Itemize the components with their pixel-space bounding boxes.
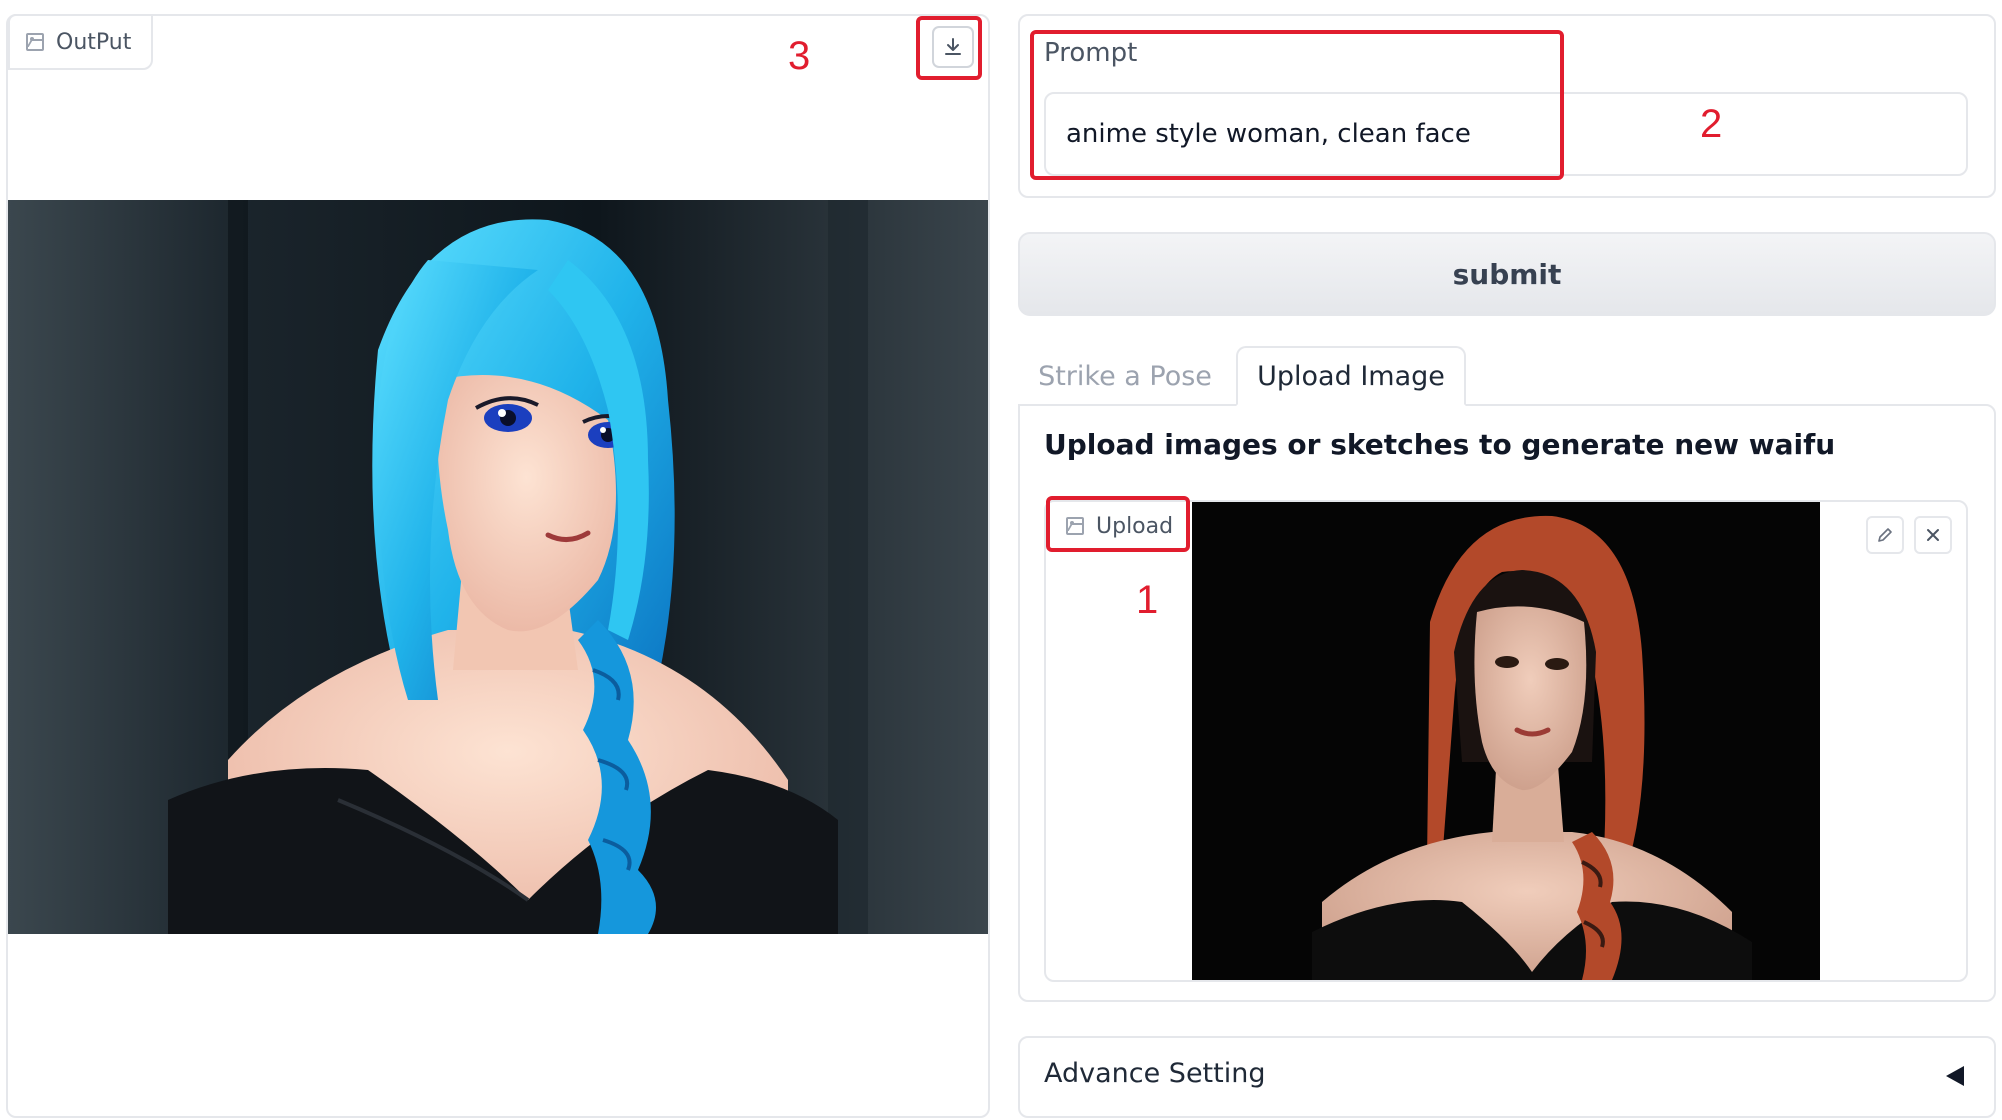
output-label-text: OutPut	[56, 29, 132, 55]
image-icon	[1066, 517, 1084, 535]
edit-button[interactable]	[1866, 516, 1904, 554]
advance-setting-label: Advance Setting	[1044, 1058, 1266, 1089]
edit-icon	[1878, 528, 1892, 542]
upload-label-text: Upload	[1096, 513, 1174, 539]
close-button[interactable]	[1914, 516, 1952, 554]
prompt-input-value: anime style woman, clean face	[1066, 119, 1471, 149]
upload-label[interactable]: Upload	[1052, 506, 1173, 546]
tab-strike-a-pose[interactable]: Strike a Pose	[1030, 346, 1220, 406]
tab-upload-image[interactable]: Upload Image	[1236, 346, 1466, 406]
download-icon	[945, 38, 961, 55]
prompt-label: Prompt	[1044, 38, 1138, 68]
close-icon	[1927, 529, 1939, 541]
prompt-input[interactable]: anime style woman, clean face	[1044, 92, 1968, 176]
image-icon	[26, 33, 44, 51]
uploaded-image[interactable]	[1192, 502, 1820, 980]
submit-button[interactable]: submit	[1018, 232, 1996, 316]
annotation-number-1: 1	[1136, 578, 1159, 622]
annotation-number-3: 3	[788, 34, 811, 78]
output-label: OutPut	[8, 14, 154, 70]
annotation-number-2: 2	[1700, 102, 1723, 146]
collapse-arrow-icon[interactable]	[1946, 1066, 1964, 1086]
download-button[interactable]	[932, 26, 974, 68]
upload-heading: Upload images or sketches to generate ne…	[1044, 428, 1836, 461]
output-image[interactable]	[8, 200, 988, 934]
